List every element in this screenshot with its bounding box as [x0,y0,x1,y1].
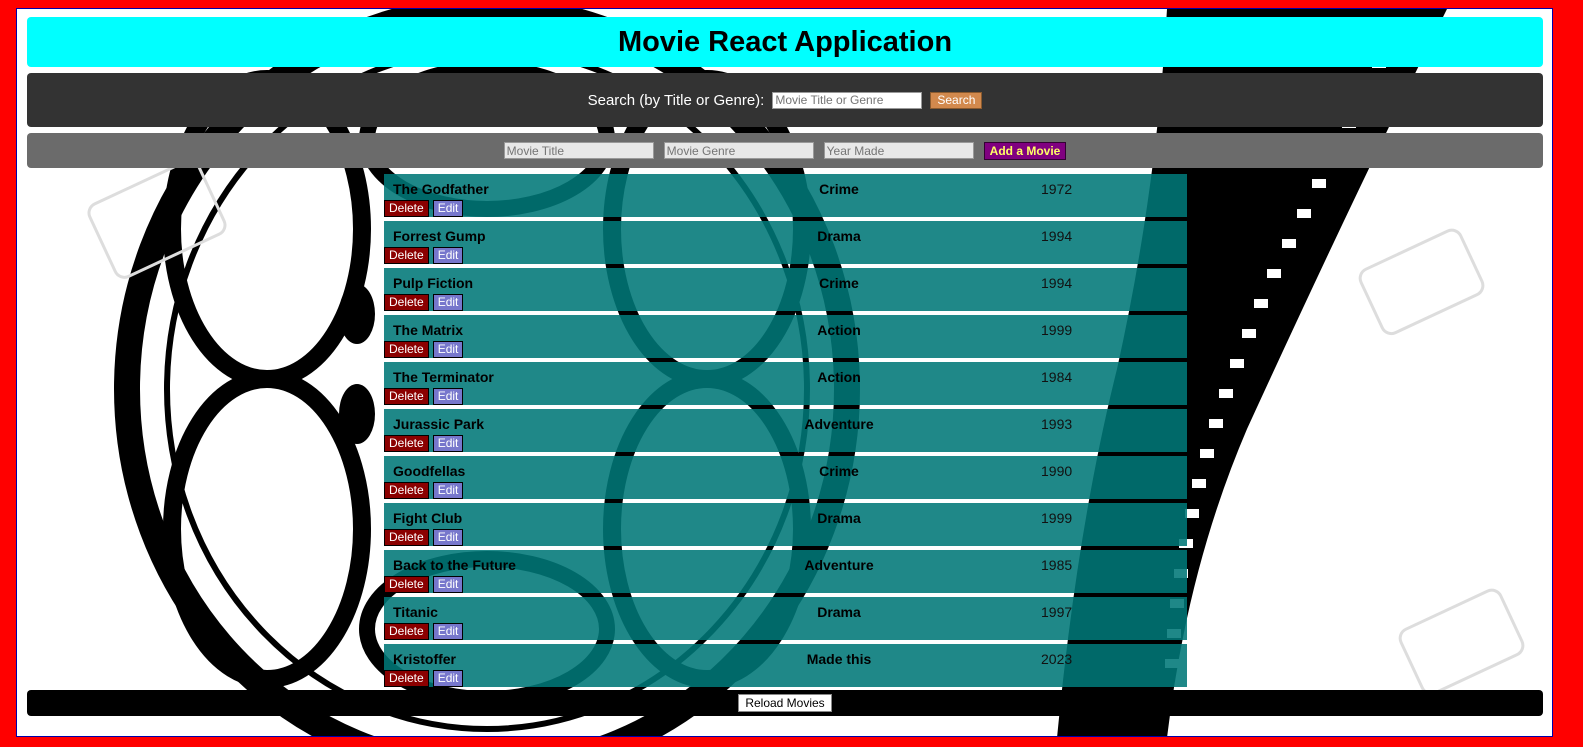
movie-genre: Adventure [804,557,874,573]
add-movie-form: Add a Movie [27,133,1543,168]
movie-year: 1972 [1041,181,1073,197]
movie-row-actions: Delete Edit [384,670,464,687]
movie-row-actions: Delete Edit [384,482,464,499]
movie-genre-input[interactable] [663,142,814,159]
app-header: Movie React Application [27,17,1543,67]
movie-row-actions: Delete Edit [384,294,464,311]
movie-year: 1990 [1041,463,1073,479]
movie-title: Back to the Future [393,557,516,573]
edit-button[interactable]: Edit [432,529,464,546]
movie-row-actions: Delete Edit [384,435,464,452]
delete-button[interactable]: Delete [384,200,429,217]
movie-row-actions: Delete Edit [384,247,464,264]
movie-year: 1994 [1041,228,1073,244]
edit-button[interactable]: Edit [432,388,464,405]
movie-row-actions: Delete Edit [384,623,464,640]
search-bar: Search (by Title or Genre): Search [27,73,1543,127]
movie-genre: Drama [817,604,861,620]
delete-button[interactable]: Delete [384,341,429,358]
edit-button[interactable]: Edit [432,294,464,311]
edit-button[interactable]: Edit [432,576,464,593]
reload-movies-button[interactable]: Reload Movies [738,694,832,712]
edit-button[interactable]: Edit [432,670,464,687]
movie-genre: Action [817,322,861,338]
movie-row-actions: Delete Edit [384,576,464,593]
edit-button[interactable]: Edit [432,200,464,217]
movie-year: 1999 [1041,322,1073,338]
edit-button[interactable]: Edit [432,341,464,358]
movie-genre: Made this [806,651,872,667]
delete-button[interactable]: Delete [384,576,429,593]
movie-year: 2023 [1041,651,1073,667]
add-movie-button[interactable]: Add a Movie [983,141,1067,160]
movie-row-actions: Delete Edit [384,341,464,358]
movie-title: Titanic [393,604,438,620]
movie-row-actions: Delete Edit [384,200,464,217]
page-title: Movie React Application [617,25,953,58]
movie-title: Pulp Fiction [393,275,474,291]
delete-button[interactable]: Delete [384,435,429,452]
search-label: Search (by Title or Genre): [587,91,765,109]
movie-genre: Action [817,369,861,385]
movie-row: Titanic Drama 1997 Delete Edit [384,597,1187,640]
movie-title: The Matrix [393,322,464,338]
search-input[interactable] [772,91,923,109]
edit-button[interactable]: Edit [432,623,464,640]
movie-year: 1993 [1041,416,1073,432]
movie-title: The Godfather [393,181,489,197]
edit-button[interactable]: Edit [432,482,464,499]
movie-year: 1984 [1041,369,1073,385]
movie-year: 1997 [1041,604,1073,620]
delete-button[interactable]: Delete [384,529,429,546]
movie-row: Kristoffer Made this 2023 Delete Edit [384,644,1187,687]
movie-row: Back to the Future Adventure 1985 Delete… [384,550,1187,593]
delete-button[interactable]: Delete [384,388,429,405]
movie-row: The Terminator Action 1984 Delete Edit [384,362,1187,405]
movie-genre: Crime [819,463,859,479]
movie-row: Fight Club Drama 1999 Delete Edit [384,503,1187,546]
delete-button[interactable]: Delete [384,294,429,311]
delete-button[interactable]: Delete [384,482,429,499]
app-frame: Movie React Application Search (by Title… [16,8,1553,737]
edit-button[interactable]: Edit [432,435,464,452]
year-made-input[interactable] [823,142,974,159]
movie-title: The Terminator [393,369,494,385]
movie-row: The Godfather Crime 1972 Delete Edit [384,174,1187,217]
movie-title: Fight Club [393,510,463,526]
movie-year: 1985 [1041,557,1073,573]
edit-button[interactable]: Edit [432,247,464,264]
movie-title: Forrest Gump [393,228,486,244]
movie-row: Forrest Gump Drama 1994 Delete Edit [384,221,1187,264]
movie-row-actions: Delete Edit [384,388,464,405]
movie-title-input[interactable] [503,142,654,159]
movie-list: The Godfather Crime 1972 Delete Edit For… [384,174,1187,691]
movie-genre: Drama [817,510,861,526]
movie-row: The Matrix Action 1999 Delete Edit [384,315,1187,358]
movie-row: Pulp Fiction Crime 1994 Delete Edit [384,268,1187,311]
delete-button[interactable]: Delete [384,247,429,264]
movie-genre: Drama [817,228,861,244]
movie-year: 1999 [1041,510,1073,526]
delete-button[interactable]: Delete [384,670,429,687]
search-button[interactable]: Search [930,91,983,109]
delete-button[interactable]: Delete [384,623,429,640]
movie-title: Jurassic Park [393,416,485,432]
movie-genre: Adventure [804,416,874,432]
footer-bar: Reload Movies [27,690,1543,716]
movie-title: Kristoffer [393,651,457,667]
movie-row: Jurassic Park Adventure 1993 Delete Edit [384,409,1187,452]
movie-title: Goodfellas [393,463,466,479]
movie-row: Goodfellas Crime 1990 Delete Edit [384,456,1187,499]
movie-year: 1994 [1041,275,1073,291]
movie-genre: Crime [819,275,859,291]
movie-row-actions: Delete Edit [384,529,464,546]
movie-genre: Crime [819,181,859,197]
